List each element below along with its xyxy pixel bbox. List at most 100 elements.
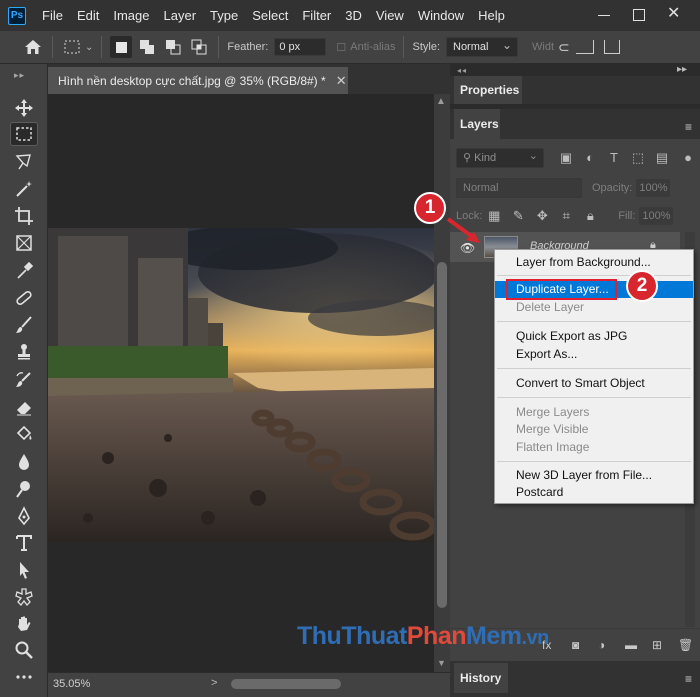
panel-grip[interactable]: ◂◂ [457,66,467,75]
highlight-box [506,279,617,300]
filter-type-icon[interactable]: T [606,150,622,166]
layers-panel-header: Layers [450,109,700,139]
eyedropper-tool-icon[interactable] [10,259,38,283]
menu-item-merge-visible[interactable]: Merge Visible [495,421,693,438]
close-window-button[interactable]: ✕ [667,6,681,22]
antialias-checkbox[interactable]: ☐ [336,41,346,54]
menu-view[interactable]: View [376,8,404,23]
lock-transparent-icon[interactable]: ▦ [486,208,502,224]
menu-item-merge-layers[interactable]: Merge Layers [495,404,693,421]
maximize-button[interactable] [632,8,646,22]
menu-layer[interactable]: Layer [164,8,197,23]
scroll-down-icon[interactable]: ▼ [437,658,446,668]
collapse-panels-icon[interactable]: ▸▸ [677,64,687,75]
opacity-input[interactable]: 100% [636,179,671,197]
watermark-part-4: Mem [466,622,522,650]
feather-input[interactable]: 0 px [274,38,327,56]
new-layer-icon[interactable]: ⊞ [652,639,666,651]
vertical-scroll-thumb[interactable] [437,262,447,608]
panel-menu-icon[interactable]: ≡ [685,120,692,134]
menu-type[interactable]: Type [210,8,238,23]
menu-edit[interactable]: Edit [77,8,99,23]
rectangular-marquee-tool-icon[interactable] [10,122,38,146]
intersect-selection-icon[interactable] [188,36,210,58]
marquee-preset-icon[interactable] [61,36,83,58]
close-tab-icon[interactable]: ✕ [336,73,347,89]
new-selection-icon[interactable] [110,36,133,58]
menu-item-flatten-image[interactable]: Flatten Image [495,439,693,456]
menu-filter[interactable]: Filter [302,8,331,23]
horizontal-scroll-thumb[interactable] [231,679,341,689]
new-group-icon[interactable]: ▬ [625,639,639,651]
filter-kind-select[interactable]: ⚲ Kind [456,147,544,168]
filter-shape-icon[interactable]: ⬚ [630,150,646,166]
menu-file[interactable]: File [42,8,63,23]
lock-position-icon[interactable]: ✥ [534,208,550,224]
document-tab[interactable]: Hình nền desktop cực chất.jpg @ 35% (RGB… [48,67,348,94]
history-menu-icon[interactable]: ≡ [685,672,692,686]
blur-tool-icon[interactable] [10,450,38,474]
minimize-button[interactable] [598,8,612,22]
menu-item-delete-layer[interactable]: Delete Layer [495,299,693,316]
menu-item-quick-export-jpg[interactable]: Quick Export as JPG [495,328,693,345]
clone-stamp-tool-icon[interactable] [10,340,38,364]
add-to-selection-icon[interactable] [136,36,158,58]
more-tools-icon[interactable] [10,665,38,689]
menu-window[interactable]: Window [418,8,464,23]
menu-select[interactable]: Select [252,8,288,23]
menu-item-layer-from-background[interactable]: Layer from Background... [495,254,693,271]
brush-tool-icon[interactable] [10,313,38,337]
healing-brush-tool-icon[interactable] [10,286,38,310]
crop-tool-icon[interactable] [10,204,38,228]
pen-tool-icon[interactable] [10,504,38,528]
status-info-arrow[interactable]: > [211,677,217,689]
move-tool-icon[interactable] [10,96,38,120]
filter-pixel-icon[interactable]: ▣ [558,150,574,166]
tab-history[interactable]: History [454,663,508,693]
menu-item-convert-to-smart-object[interactable]: Convert to Smart Object [495,375,693,392]
path-selection-tool-icon[interactable] [10,558,38,582]
type-tool-icon[interactable] [10,531,38,555]
eraser-tool-icon[interactable] [10,395,38,419]
filter-toggle-icon[interactable]: ● [680,150,696,166]
zoom-level[interactable]: 35.05% [53,678,90,690]
menu-item-new-3d-layer-from-file[interactable]: New 3D Layer from File... [495,467,693,484]
lock-artboard-icon[interactable]: ⌗ [558,208,574,224]
height-field[interactable] [575,40,594,54]
toolbar-grip[interactable]: ▸▸ [14,70,25,81]
scroll-up-icon[interactable]: ▲ [436,96,446,107]
menu-image[interactable]: Image [113,8,149,23]
swap-icon[interactable]: ⊂ [558,39,570,56]
zoom-tool-icon[interactable] [10,638,38,662]
tab-layers[interactable]: Layers [454,109,500,139]
adjustment-layer-icon[interactable]: ◑ [598,639,612,651]
paint-bucket-tool-icon[interactable] [10,422,38,446]
menu-help[interactable]: Help [478,8,505,23]
delete-layer-icon[interactable]: 🗑︎ [678,639,693,651]
history-brush-tool-icon[interactable] [10,368,38,392]
select-mask-icon[interactable] [603,40,620,54]
fill-input[interactable]: 100% [639,207,674,225]
dodge-tool-icon[interactable] [10,477,38,501]
subtract-from-selection-icon[interactable] [162,36,184,58]
lock-all-icon[interactable]: 🔒︎ [582,208,598,224]
hand-tool-icon[interactable] [10,612,38,636]
vertical-scrollbar[interactable]: ▲ ▼ [434,94,450,672]
custom-shape-tool-icon[interactable] [10,585,38,609]
menu-item-export-as[interactable]: Export As... [495,346,693,363]
magic-wand-tool-icon[interactable] [10,177,38,201]
menu-item-postcard[interactable]: Postcard [495,484,693,501]
canvas-area[interactable] [48,94,434,672]
menu-3d[interactable]: 3D [345,8,362,23]
watermark-part-1: Thu [297,622,342,650]
style-select[interactable]: Normal [446,36,518,57]
home-icon[interactable] [22,36,44,58]
frame-tool-icon[interactable] [10,231,38,255]
filter-adjustment-icon[interactable]: ◐ [582,150,598,166]
tab-properties[interactable]: Properties [454,76,522,104]
filter-smart-object-icon[interactable]: ▤ [654,150,670,166]
lasso-tool-icon[interactable] [10,150,38,174]
chevron-down-icon[interactable]: ⌄ [85,42,93,53]
blend-mode-select[interactable]: Normal [456,178,582,198]
lock-image-icon[interactable]: ✎ [510,208,526,224]
